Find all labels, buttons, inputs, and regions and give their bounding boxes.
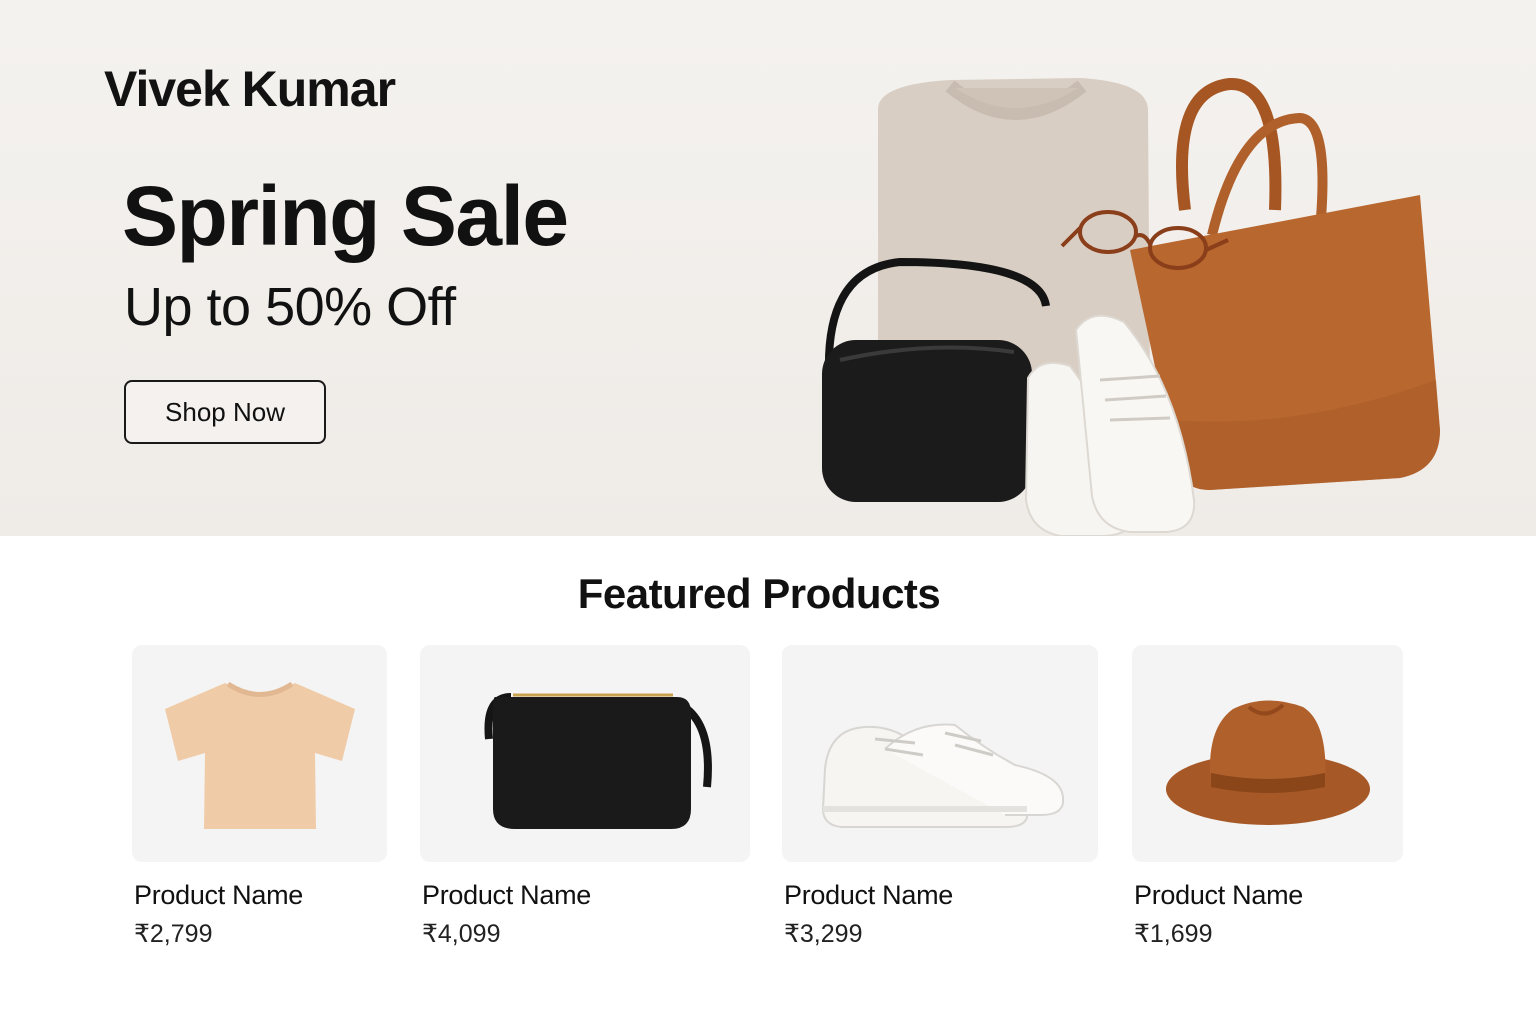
hat-icon [1165,699,1370,825]
product-price: ₹2,799 [134,920,213,948]
hero-product-image [822,78,1440,536]
sneakers-icon [821,723,1064,828]
product-name[interactable]: Product Name [420,880,750,911]
handbag-icon [484,692,712,829]
product-image[interactable] [782,645,1098,862]
hero-title: Spring Sale [122,169,569,263]
brand-name: Vivek Kumar [104,61,396,117]
product-price: ₹1,699 [1134,920,1213,948]
hero-subtitle: Up to 50% Off [124,277,456,337]
tshirt-icon [164,681,355,829]
product-price: ₹4,099 [422,920,501,948]
hero-banner: Vivek Kumar Spring Sale Up to 50% Off Sh… [0,0,1536,536]
product-card[interactable]: Product Name ₹2,799 [132,645,387,949]
product-name[interactable]: Product Name [782,880,1098,911]
shop-now-button[interactable]: Shop Now [124,380,326,444]
featured-products-title: Featured Products [577,570,941,617]
product-image[interactable] [1132,645,1403,862]
product-image[interactable] [132,645,387,862]
product-card[interactable]: Product Name ₹3,299 [782,645,1098,949]
product-card[interactable]: Product Name ₹4,099 [420,645,750,949]
product-name[interactable]: Product Name [132,880,387,911]
product-image[interactable] [420,645,750,862]
product-card[interactable]: Product Name ₹1,699 [1132,645,1403,949]
product-name[interactable]: Product Name [1132,880,1403,911]
product-price: ₹3,299 [784,920,863,948]
